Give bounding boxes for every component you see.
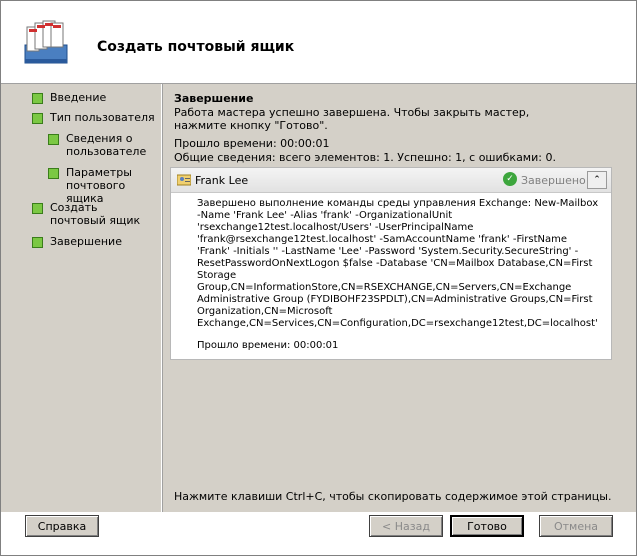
task-name: Frank Lee bbox=[195, 174, 249, 187]
success-check-icon: ✓ bbox=[503, 172, 517, 186]
user-icon bbox=[177, 174, 191, 186]
footer-divider bbox=[1, 512, 636, 513]
help-button[interactable]: Справка bbox=[25, 515, 99, 537]
step-complete-icon bbox=[32, 113, 43, 124]
task-status: Завершено bbox=[521, 174, 586, 187]
wizard-title: Создать почтовый ящик bbox=[97, 39, 295, 55]
nav-item-label: Сведения о пользователе bbox=[66, 132, 147, 158]
task-result-panel: Frank Lee ✓ Завершено ⌃ Завершено выполн… bbox=[170, 167, 612, 360]
nav-item-mailbox-settings[interactable]: Параметры почтового ящика bbox=[48, 166, 148, 205]
finish-button[interactable]: Готово bbox=[450, 515, 524, 537]
step-complete-icon bbox=[32, 93, 43, 104]
step-complete-icon bbox=[32, 237, 43, 248]
nav-item-label: Создать почтовый ящик bbox=[50, 201, 141, 227]
back-button[interactable]: < Назад bbox=[369, 515, 443, 537]
elapsed-time: Прошло времени: 00:00:01 bbox=[174, 137, 330, 150]
copy-hint: Нажмите клавиши Ctrl+C, чтобы скопироват… bbox=[174, 490, 612, 503]
task-elapsed-time: Прошло времени: 00:00:01 bbox=[197, 340, 339, 351]
section-title: Завершение bbox=[174, 92, 254, 105]
task-header: Frank Lee ✓ Завершено ⌃ bbox=[171, 168, 611, 193]
step-complete-icon bbox=[48, 168, 59, 179]
nav-item-label: Тип пользователя bbox=[50, 111, 155, 124]
nav-item-label: Завершение bbox=[50, 235, 122, 248]
step-complete-icon bbox=[48, 134, 59, 145]
nav-item-completion[interactable]: Завершение bbox=[32, 235, 122, 248]
summary-text: Общие сведения: всего элементов: 1. Успе… bbox=[174, 151, 556, 164]
nav-item-user-info[interactable]: Сведения о пользователе bbox=[48, 132, 148, 158]
wizard-header: Создать почтовый ящик bbox=[1, 1, 636, 83]
nav-item-create-mailbox[interactable]: Создать почтовый ящик bbox=[32, 201, 152, 227]
completion-message: Работа мастера успешно завершена. Чтобы … bbox=[174, 106, 530, 132]
collapse-button[interactable]: ⌃ bbox=[587, 171, 607, 189]
nav-item-user-type[interactable]: Тип пользователя bbox=[32, 111, 155, 124]
nav-item-label: Введение bbox=[50, 91, 107, 104]
mailbox-wizard-icon bbox=[24, 20, 68, 64]
nav-item-label: Параметры почтового ящика bbox=[66, 166, 132, 205]
step-complete-icon bbox=[32, 203, 43, 214]
nav-item-intro[interactable]: Введение bbox=[32, 91, 106, 104]
cancel-button[interactable]: Отмена bbox=[539, 515, 613, 537]
task-command-output: Завершено выполнение команды среды управ… bbox=[197, 198, 599, 329]
